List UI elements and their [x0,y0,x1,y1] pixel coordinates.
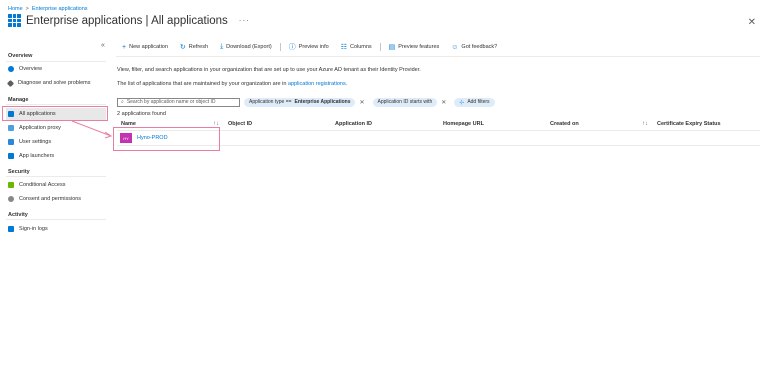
annotation-arrow [71,120,113,139]
